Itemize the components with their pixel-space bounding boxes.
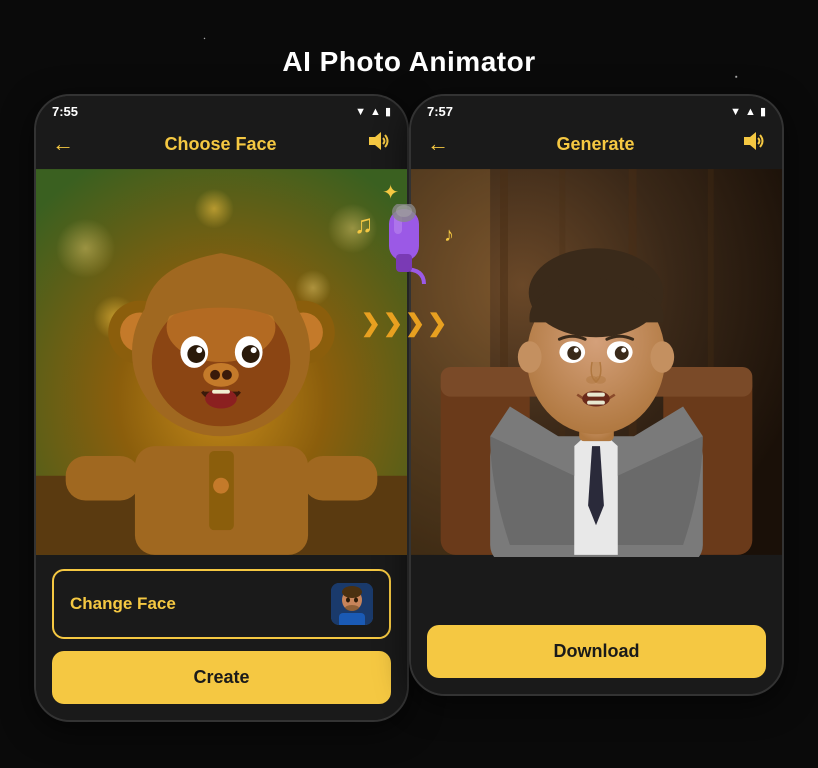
- create-button[interactable]: Create: [52, 651, 391, 704]
- child-photo-svg: ✦: [36, 167, 407, 557]
- wifi-icon: ▲: [370, 106, 381, 118]
- phone-bottom-left: Change Face: [36, 557, 407, 720]
- battery-icon-right: ▮: [760, 105, 766, 118]
- back-button-left[interactable]: ←: [52, 131, 74, 157]
- photo-area-left: ✦: [36, 167, 407, 557]
- time-left: 7:55: [52, 104, 78, 119]
- phones-container: 7:55 ▼ ▲ ▮ ← Choose Face: [34, 94, 784, 722]
- change-face-button[interactable]: Change Face: [52, 569, 391, 639]
- phone-bottom-right: Download: [411, 557, 782, 694]
- status-bar-right: 7:57 ▼ ▲ ▮: [411, 96, 782, 123]
- man-photo-svg: [411, 167, 782, 557]
- status-icons-right: ▼ ▲ ▮: [730, 105, 766, 118]
- svg-text:✦: ✦: [382, 182, 399, 204]
- photo-area-right: [411, 167, 782, 557]
- time-right: 7:57: [427, 104, 453, 119]
- sound-icon-right[interactable]: [742, 131, 766, 157]
- wifi-icon-right: ▲: [745, 106, 756, 118]
- download-button[interactable]: Download: [427, 625, 766, 678]
- status-bar-left: 7:55 ▼ ▲ ▮: [36, 96, 407, 123]
- nav-bar-right: ← Generate: [411, 123, 782, 167]
- phone-left: 7:55 ▼ ▲ ▮ ← Choose Face: [34, 94, 409, 722]
- download-label: Download: [554, 641, 640, 661]
- face-thumbnail: [331, 583, 373, 625]
- signal-icon: ▼: [355, 106, 366, 118]
- nav-title-left: Choose Face: [164, 134, 276, 155]
- change-face-label: Change Face: [70, 594, 176, 614]
- back-button-right[interactable]: ←: [427, 131, 449, 157]
- sound-icon-left[interactable]: [367, 131, 391, 157]
- nav-bar-left: ← Choose Face: [36, 123, 407, 167]
- phone-right: 7:57 ▼ ▲ ▮ ← Generate: [409, 94, 784, 696]
- signal-icon-right: ▼: [730, 106, 741, 118]
- battery-icon: ▮: [385, 105, 391, 118]
- create-label: Create: [193, 667, 249, 687]
- nav-title-right: Generate: [556, 134, 634, 155]
- status-icons-left: ▼ ▲ ▮: [355, 105, 391, 118]
- page-title: AI Photo Animator: [282, 46, 535, 78]
